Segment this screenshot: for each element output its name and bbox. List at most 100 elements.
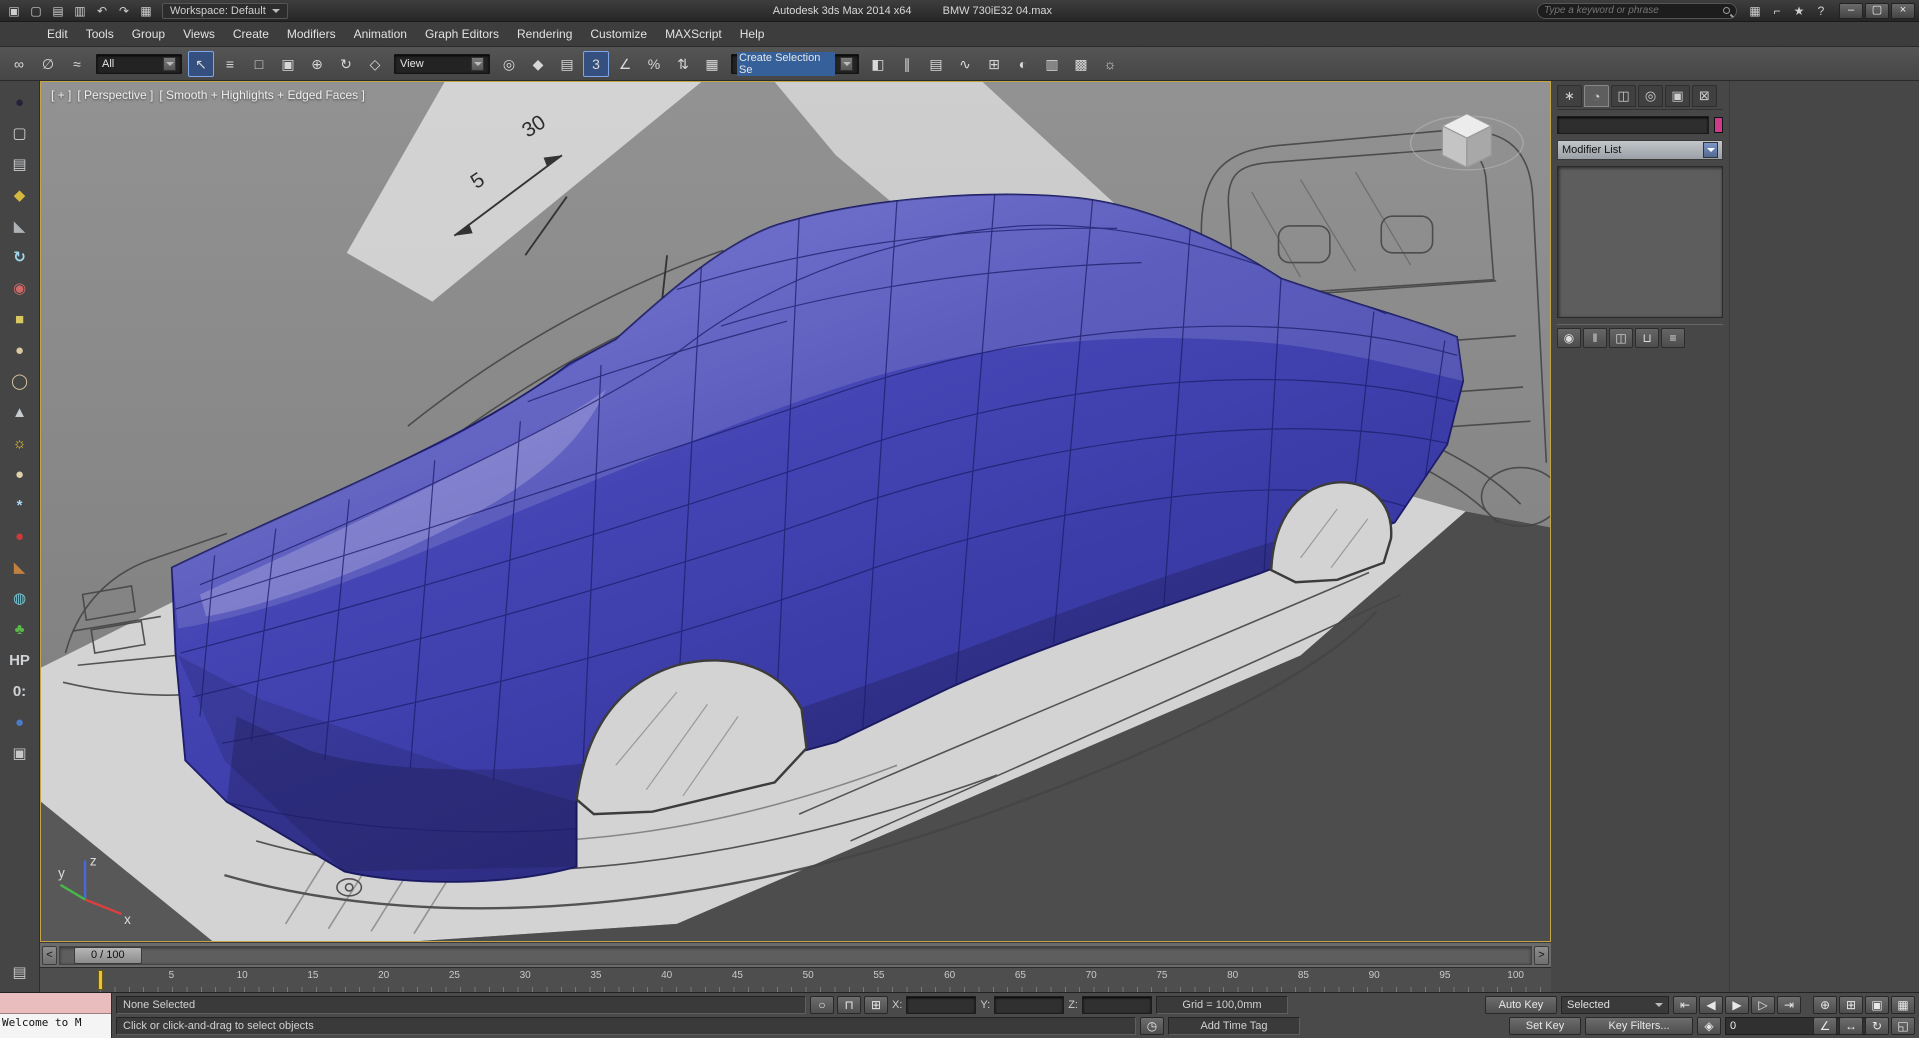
tool-icon-sphere[interactable]: ●: [5, 461, 35, 488]
search-box[interactable]: [1537, 3, 1737, 19]
time-slider-next-button[interactable]: >: [1534, 946, 1549, 965]
menu-views[interactable]: Views: [174, 24, 224, 44]
tool-icon-red-sphere[interactable]: ●: [5, 523, 35, 550]
viewport-shading-menu[interactable]: [ Smooth + Highlights + Edged Faces ]: [159, 88, 364, 102]
tool-icon-sun[interactable]: ☼: [5, 430, 35, 457]
pin-stack-button[interactable]: ◉: [1557, 328, 1581, 348]
menu-maxscript[interactable]: MAXScript: [656, 24, 731, 44]
menu-group[interactable]: Group: [123, 24, 174, 44]
open-file-button[interactable]: ▤: [48, 2, 68, 19]
tool-icon-boxes[interactable]: ▣: [5, 740, 35, 767]
absolute-mode-toggle[interactable]: ⊞: [864, 996, 888, 1014]
bind-to-space-warp-button[interactable]: ≈: [64, 51, 90, 77]
tab-hierarchy[interactable]: ◫: [1611, 85, 1636, 107]
zoom-extents-button[interactable]: ▣: [1865, 996, 1889, 1014]
tool-icon-teapot[interactable]: ◍: [5, 585, 35, 612]
tab-display[interactable]: ▣: [1665, 85, 1690, 107]
tool-icon-cone[interactable]: ▲: [5, 399, 35, 426]
modifier-stack-list[interactable]: [1557, 166, 1723, 318]
modifier-list-dropdown[interactable]: Modifier List: [1557, 140, 1723, 160]
current-frame-spinner[interactable]: [1725, 1017, 1801, 1035]
x-coord-field[interactable]: [906, 996, 976, 1014]
field-of-view-button[interactable]: ∠: [1813, 1017, 1837, 1035]
project-folder-button[interactable]: ▦: [136, 2, 156, 19]
tool-icon-yellow-box[interactable]: ■: [5, 306, 35, 333]
edit-named-selection-sets-button[interactable]: ▦: [699, 51, 725, 77]
menu-graph-editors[interactable]: Graph Editors: [416, 24, 508, 44]
tab-motion[interactable]: ◎: [1638, 85, 1663, 107]
render-setup-button[interactable]: ▥: [1039, 51, 1065, 77]
favorites-star-button[interactable]: ★: [1789, 2, 1809, 19]
z-coord-field[interactable]: [1082, 996, 1152, 1014]
search-input[interactable]: [1544, 5, 1723, 16]
tool-icon-torus[interactable]: ◯: [5, 368, 35, 395]
tab-modify[interactable]: ◔: [1584, 85, 1609, 107]
rectangular-selection-region-button[interactable]: □: [246, 51, 272, 77]
track-bar[interactable]: 5101520253035404550556065707580859095100: [40, 967, 1551, 992]
tool-icon-dark-sphere[interactable]: ●: [5, 89, 35, 116]
auto-key-button[interactable]: Auto Key: [1485, 996, 1557, 1014]
time-slider-prev-button[interactable]: <: [42, 946, 57, 965]
menu-help[interactable]: Help: [731, 24, 774, 44]
angle-snap-toggle[interactable]: ∠: [612, 51, 638, 77]
select-by-name-button[interactable]: ≡: [217, 51, 243, 77]
tool-icon-knot[interactable]: ◉: [5, 275, 35, 302]
zoom-extents-all-button[interactable]: ▦: [1891, 996, 1915, 1014]
keyboard-shortcut-override-toggle[interactable]: ▤: [554, 51, 580, 77]
pan-view-button[interactable]: ↔: [1839, 1017, 1863, 1035]
key-filters-button[interactable]: Key Filters...: [1585, 1017, 1693, 1035]
schematic-view-button[interactable]: ⊞: [981, 51, 1007, 77]
snaps-toggle[interactable]: 3: [583, 51, 609, 77]
remove-modifier-button[interactable]: ⊔: [1635, 328, 1659, 348]
zoom-all-button[interactable]: ⊞: [1839, 996, 1863, 1014]
configure-modifier-sets-button[interactable]: ≡: [1661, 328, 1685, 348]
communication-center-button[interactable]: ▦: [1745, 2, 1765, 19]
menu-customize[interactable]: Customize: [581, 24, 656, 44]
new-scene-button[interactable]: ▢: [26, 2, 46, 19]
play-animation-button[interactable]: ▶: [1725, 996, 1749, 1014]
select-and-link-button[interactable]: ∞: [6, 51, 32, 77]
tool-icon-tan-sphere[interactable]: ●: [5, 337, 35, 364]
key-mode-toggle-button[interactable]: ◈: [1697, 1017, 1721, 1035]
rendered-frame-window-button[interactable]: ▩: [1068, 51, 1094, 77]
selection-lock-toggle[interactable]: ⊓: [837, 996, 861, 1014]
selection-set-key-dropdown[interactable]: Selected: [1561, 996, 1669, 1014]
tool-icon-grid[interactable]: ▤: [5, 151, 35, 178]
tool-icon-plant[interactable]: ♣: [5, 616, 35, 643]
selection-filter-dropdown[interactable]: All: [96, 54, 182, 74]
menu-edit[interactable]: Edit: [38, 24, 77, 44]
listener-output-pane[interactable]: Welcome to M: [0, 1014, 111, 1038]
percent-snap-toggle[interactable]: %: [641, 51, 667, 77]
close-button[interactable]: ×: [1891, 3, 1915, 19]
app-menu-button[interactable]: ▣: [4, 2, 24, 19]
align-button[interactable]: ∥: [894, 51, 920, 77]
current-frame-marker[interactable]: [98, 970, 103, 990]
spinner-snap-toggle[interactable]: ⇅: [670, 51, 696, 77]
tool-icon-key[interactable]: ◆: [5, 182, 35, 209]
time-slider-track[interactable]: 0 / 100: [59, 946, 1532, 965]
tool-icon-snowflake[interactable]: *: [5, 492, 35, 519]
go-to-start-button[interactable]: ⇤: [1673, 996, 1697, 1014]
object-name-field[interactable]: [1557, 116, 1709, 134]
tab-create[interactable]: ∗: [1557, 85, 1582, 107]
undo-button[interactable]: ↶: [92, 2, 112, 19]
redo-button[interactable]: ↷: [114, 2, 134, 19]
reference-coordinate-system-dropdown[interactable]: View: [394, 54, 490, 74]
save-file-button[interactable]: ▥: [70, 2, 90, 19]
object-color-swatch[interactable]: [1714, 117, 1723, 133]
help-button[interactable]: ?: [1811, 2, 1831, 19]
make-unique-button[interactable]: ◫: [1609, 328, 1633, 348]
tab-utilities[interactable]: ⊠: [1692, 85, 1717, 107]
workspace-dropdown[interactable]: Workspace: Default: [162, 3, 288, 19]
isolate-selection-toggle[interactable]: ○: [810, 996, 834, 1014]
minimize-button[interactable]: –: [1839, 3, 1863, 19]
previous-frame-button[interactable]: ◀: [1699, 996, 1723, 1014]
menu-modifiers[interactable]: Modifiers: [278, 24, 345, 44]
select-and-rotate-button[interactable]: ↻: [333, 51, 359, 77]
tool-icon-spiral[interactable]: ↻: [5, 244, 35, 271]
select-and-move-button[interactable]: ⊕: [304, 51, 330, 77]
maximize-button[interactable]: ▢: [1865, 3, 1889, 19]
unlink-selection-button[interactable]: ∅: [35, 51, 61, 77]
mirror-button[interactable]: ◧: [865, 51, 891, 77]
menu-tools[interactable]: Tools: [77, 24, 123, 44]
